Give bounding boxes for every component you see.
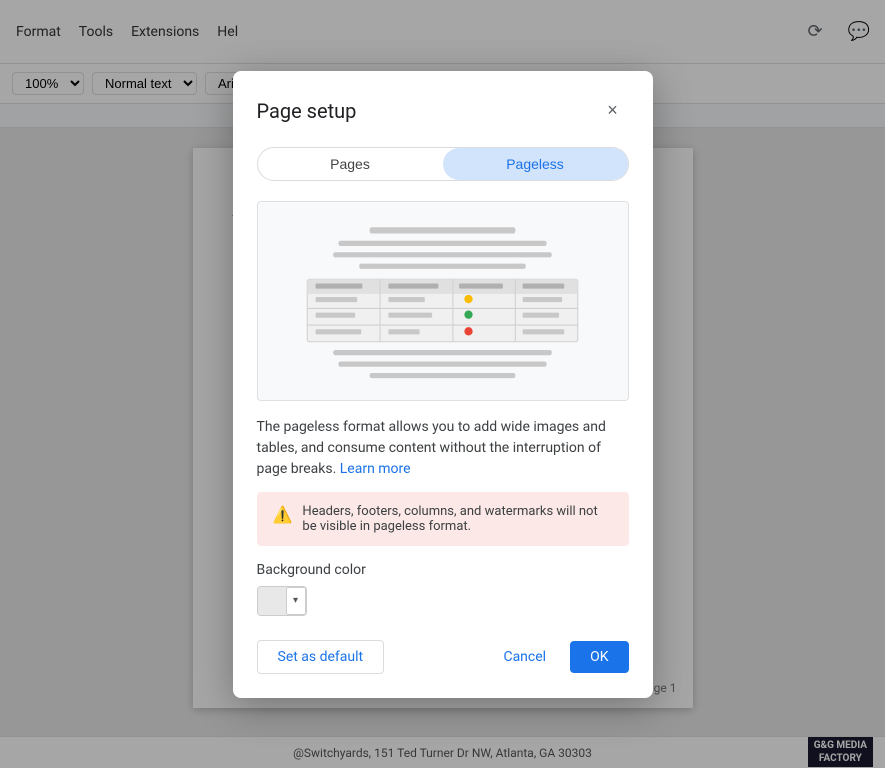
ok-button[interactable]: OK [570,641,628,673]
tab-bar: Pages Pageless [257,147,629,181]
modal-overlay: Page setup × Pages Pageless [0,0,885,768]
cancel-button[interactable]: Cancel [487,641,562,673]
modal-footer: Set as default Cancel OK [257,640,629,674]
warning-box: ⚠️ Headers, footers, columns, and waterm… [257,492,629,546]
modal-header: Page setup × [257,95,629,127]
warning-text: Headers, footers, columns, and watermark… [302,504,612,534]
learn-more-link[interactable]: Learn more [340,461,411,477]
preview-svg [276,211,609,389]
color-swatch-container[interactable]: ▾ [257,586,307,616]
modal-title: Page setup [257,99,357,123]
modal-description: The pageless format allows you to add wi… [257,417,629,480]
preview-area [257,201,629,401]
modal-close-button[interactable]: × [597,95,629,127]
warning-icon: ⚠️ [273,505,293,524]
tab-pageless[interactable]: Pageless [443,148,628,180]
color-swatch [258,587,286,615]
tab-pages[interactable]: Pages [258,148,443,180]
set-as-default-button[interactable]: Set as default [257,640,385,674]
background-color-label: Background color [257,562,629,578]
color-dropdown-button[interactable]: ▾ [286,587,306,615]
page-setup-modal: Page setup × Pages Pageless [233,71,653,698]
color-picker-row: ▾ [257,586,629,616]
